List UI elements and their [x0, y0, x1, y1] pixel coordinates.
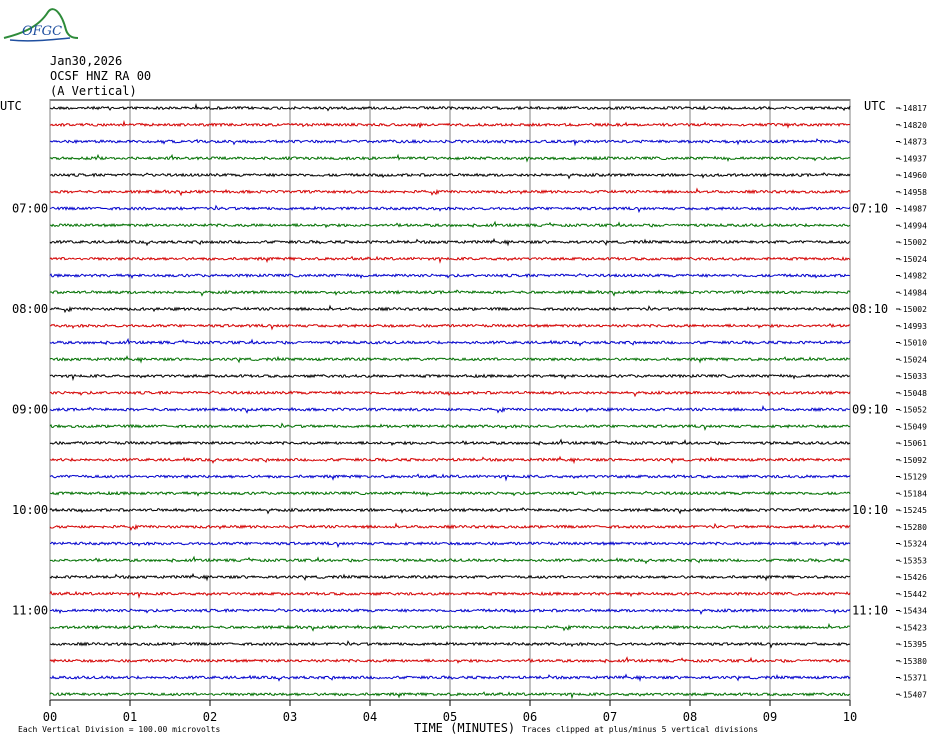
- trace-value-label: -14982: [898, 272, 927, 281]
- trace-value-label: -14984: [898, 288, 927, 297]
- trace-value-label: -15395: [898, 640, 927, 649]
- hour-label-right: 08:10: [852, 302, 888, 316]
- trace-value-label: -15371: [898, 674, 927, 683]
- trace-value-label: -14993: [898, 322, 927, 331]
- trace-value-label: -14817: [898, 104, 927, 113]
- trace-value-label: -15048: [898, 389, 927, 398]
- scale-note: Each Vertical Division = 100.00 microvol…: [18, 725, 221, 734]
- trace-value-label: -15033: [898, 372, 927, 381]
- helicorder-plot: 00 01 02 03 04 05 06 07 08 09 10-14817-14820-14873…: [12, 99, 927, 724]
- hour-label-right: 09:10: [852, 403, 888, 417]
- trace-value-label: -15426: [898, 573, 927, 582]
- trace-value-label: -15434: [898, 607, 927, 616]
- x-tick-label: 06: [523, 710, 537, 724]
- x-tick-label: 02: [203, 710, 217, 724]
- hour-label-left: 08:00: [12, 302, 48, 316]
- x-tick-label: 00: [43, 710, 57, 724]
- clip-note: Traces clipped at plus/minus 5 vertical …: [522, 725, 759, 734]
- hour-label-right: 10:10: [852, 503, 888, 517]
- x-tick-label: 01: [123, 710, 137, 724]
- hour-label-left: 09:00: [12, 403, 48, 417]
- x-tick-label: 10: [843, 710, 857, 724]
- hour-label-left: 07:00: [12, 202, 48, 216]
- trace-value-label: -15423: [898, 623, 927, 632]
- trace-value-label: -15002: [898, 238, 927, 247]
- trace-value-label: -14958: [898, 188, 927, 197]
- trace-value-label: -15061: [898, 439, 927, 448]
- x-tick-label: 08: [683, 710, 697, 724]
- trace-value-label: -15245: [898, 506, 927, 515]
- x-axis-title: TIME (MINUTES): [414, 721, 516, 735]
- trace-value-label: -15407: [898, 690, 927, 699]
- trace-value-label: -14994: [898, 221, 927, 230]
- x-tick-label: 03: [283, 710, 297, 724]
- hour-label-right: 07:10: [852, 202, 888, 216]
- trace-value-label: -15380: [898, 657, 927, 666]
- trace-value-label: -14873: [898, 138, 927, 147]
- trace-value-label: -15002: [898, 305, 927, 314]
- trace-value-label: -15024: [898, 255, 927, 264]
- trace-value-label: -15049: [898, 422, 927, 431]
- trace-value-label: -15010: [898, 339, 927, 348]
- trace-value-label: -14937: [898, 154, 927, 163]
- trace-value-label: -15024: [898, 355, 927, 364]
- trace-value-label: -14987: [898, 205, 927, 214]
- trace-value-label: -15280: [898, 523, 927, 532]
- x-tick-label: 04: [363, 710, 377, 724]
- x-tick-label: 07: [603, 710, 617, 724]
- hour-label-left: 11:00: [12, 604, 48, 618]
- trace-value-label: -15442: [898, 590, 927, 599]
- trace-value-label: -14820: [898, 121, 927, 130]
- hour-label-left: 10:00: [12, 503, 48, 517]
- trace-value-label: -15353: [898, 556, 927, 565]
- trace-value-label: -15129: [898, 473, 927, 482]
- trace-value-label: -14960: [898, 171, 927, 180]
- trace-value-label: -15092: [898, 456, 927, 465]
- trace-value-label: -15052: [898, 406, 927, 415]
- hour-label-right: 11:10: [852, 604, 888, 618]
- trace-value-label: -15324: [898, 540, 927, 549]
- trace-value-label: -15184: [898, 489, 927, 498]
- x-tick-label: 09: [763, 710, 777, 724]
